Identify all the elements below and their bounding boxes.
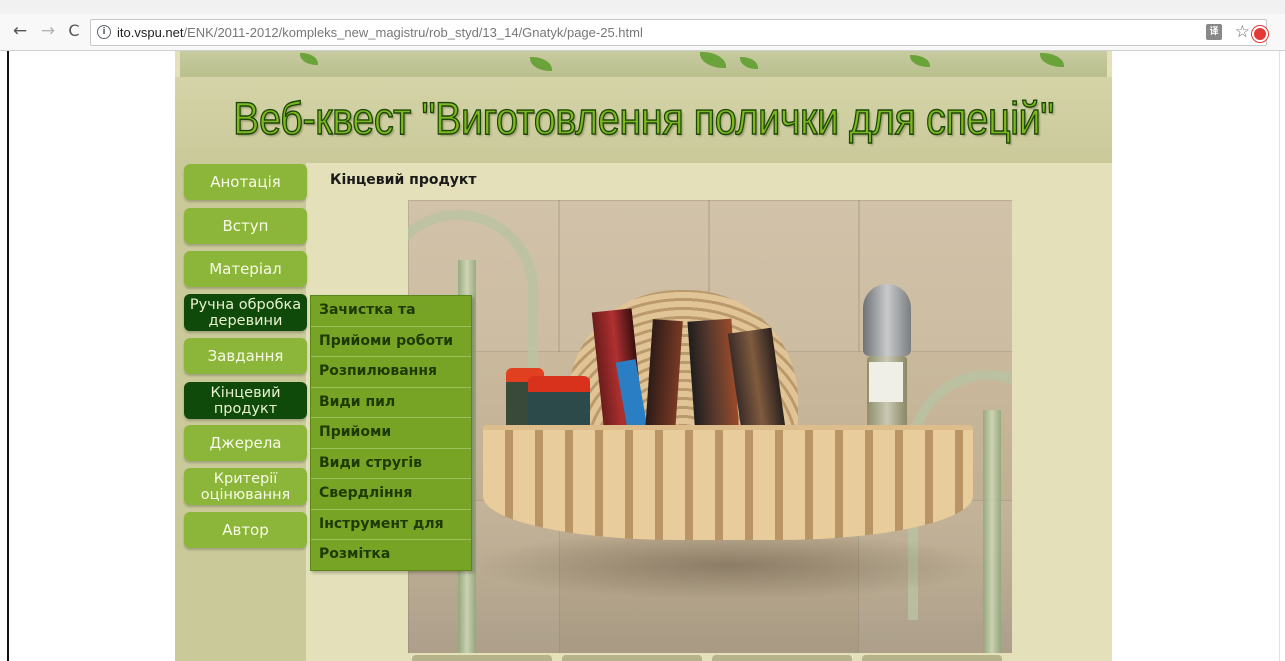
tab-strip xyxy=(0,0,1285,15)
sidebar-item-label: Кінцевий xyxy=(210,384,281,401)
leaf-decoration-icon xyxy=(300,53,318,65)
sidebar-item-label: Ручна обробка xyxy=(189,296,302,313)
url-host: ito.vspu.net xyxy=(117,25,184,40)
sidebar-item-label: Вступ xyxy=(222,217,269,235)
sidebar-item-label: Критерії xyxy=(213,470,278,487)
submenu-item-tools[interactable]: Інструмент для xyxy=(311,510,471,540)
leaf-decoration-icon xyxy=(740,57,758,69)
site-title: Веб-квест "Виготовлення полички для спец… xyxy=(232,92,1054,144)
bottom-tab[interactable] xyxy=(562,655,702,661)
submenu-item-plane-types[interactable]: Види стругів xyxy=(311,449,471,479)
shelf-shadow xyxy=(468,530,988,600)
sidebar-item-wood-processing[interactable]: Ручна обробка деревини xyxy=(184,294,307,331)
translate-icon[interactable]: 译 xyxy=(1206,24,1222,40)
forward-arrow-icon[interactable]: → xyxy=(38,21,58,41)
grinder-label xyxy=(869,362,903,402)
sidebar-item-intro[interactable]: Вступ xyxy=(184,208,307,244)
sidebar-item-label: Автор xyxy=(222,521,269,539)
sidebar-item-annotation[interactable]: Анотація xyxy=(184,164,307,200)
sidebar-item-label: Матеріал xyxy=(209,260,282,278)
browser-toolbar: ← → C i ito.vspu.net/ENK/2011-2012/kompl… xyxy=(0,14,1285,51)
submenu-item-sawing[interactable]: Розпилювання xyxy=(311,357,471,388)
leaf-decoration-icon xyxy=(700,52,726,68)
submenu-item-techniques[interactable]: Прийоми роботи xyxy=(311,327,471,357)
page-border xyxy=(7,51,9,661)
scrollbar-track[interactable] xyxy=(1279,51,1280,661)
product-photo xyxy=(408,200,1012,653)
sidebar-item-criteria[interactable]: Критерії оцінювання xyxy=(184,468,307,505)
leaf-decoration-icon xyxy=(910,55,930,67)
submenu-item-saw-types[interactable]: Види пил xyxy=(311,388,471,418)
sidebar-item-material[interactable]: Матеріал xyxy=(184,251,307,287)
sidebar-item-author[interactable]: Автор xyxy=(184,512,307,548)
sidebar-item-sources[interactable]: Джерела xyxy=(184,425,307,461)
extension-icon[interactable] xyxy=(1252,26,1268,42)
site-info-icon[interactable]: i xyxy=(97,25,111,39)
sidebar-item-label: Завдання xyxy=(207,347,284,365)
submenu-item-methods[interactable]: Прийоми xyxy=(311,418,471,449)
sidebar-item-label: продукт xyxy=(213,400,278,417)
url-text[interactable]: ito.vspu.net/ENK/2011-2012/kompleks_new_… xyxy=(117,24,643,41)
bottom-tab[interactable] xyxy=(862,655,1002,661)
bottom-tab[interactable] xyxy=(412,655,552,661)
sidebar-item-label: Анотація xyxy=(210,173,281,191)
submenu-item-marking[interactable]: Розмітка xyxy=(311,540,471,570)
leaf-decoration-icon xyxy=(530,57,552,71)
submenu-item-drilling[interactable]: Свердління xyxy=(311,479,471,510)
sidebar-item-label: деревини xyxy=(208,312,283,329)
submenu-item-cleaning[interactable]: Зачистка та xyxy=(311,296,471,327)
header-top-decoration xyxy=(180,51,1107,78)
grinder-cap xyxy=(863,284,911,356)
shelf-front-panel xyxy=(483,430,973,540)
bottom-tabs xyxy=(408,653,1012,661)
page-viewport: Веб-квест "Виготовлення полички для спец… xyxy=(0,51,1285,661)
sidebar-item-label: оцінювання xyxy=(200,486,291,503)
bookmark-star-icon[interactable]: ☆ xyxy=(1235,22,1250,42)
reload-icon[interactable]: C xyxy=(64,21,84,41)
url-path: /ENK/2011-2012/kompleks_new_magistru/rob… xyxy=(183,25,643,40)
back-arrow-icon[interactable]: ← xyxy=(10,21,30,41)
sidebar-item-final-product[interactable]: Кінцевий продукт xyxy=(184,382,307,419)
wood-processing-submenu: Зачистка та Прийоми роботи Розпилювання … xyxy=(310,295,472,571)
sidebar-item-label: Джерела xyxy=(209,434,282,452)
site-header: Веб-квест "Виготовлення полички для спец… xyxy=(175,77,1112,163)
sidebar-item-task[interactable]: Завдання xyxy=(184,338,307,374)
leaf-decoration-icon xyxy=(1040,53,1064,67)
bottom-tab[interactable] xyxy=(712,655,852,661)
page-title: Кінцевий продукт xyxy=(330,172,477,188)
address-bar[interactable]: i ito.vspu.net/ENK/2011-2012/kompleks_ne… xyxy=(90,19,1268,46)
